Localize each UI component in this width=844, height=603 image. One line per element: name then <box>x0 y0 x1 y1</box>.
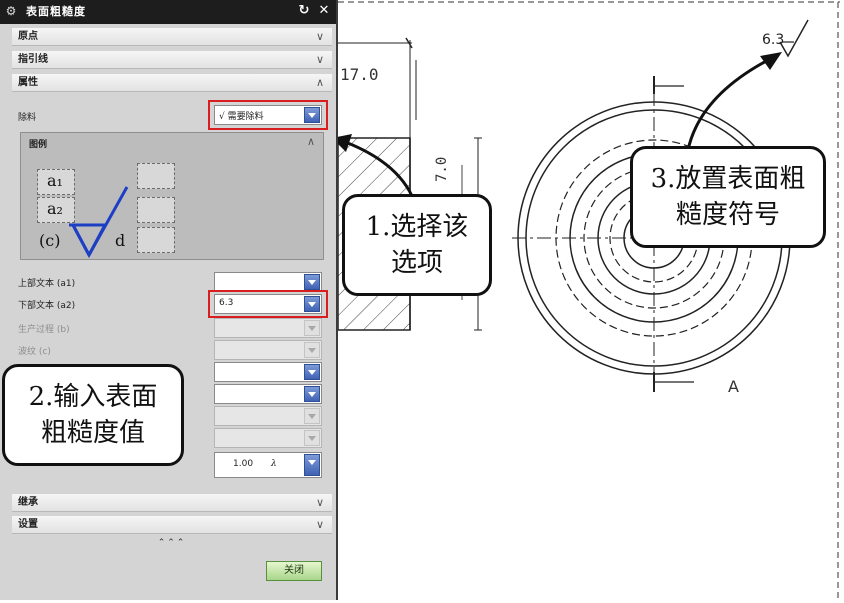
chevron-up-icon: ∧ <box>315 76 324 89</box>
chevron-down-icon: ∨ <box>315 496 324 509</box>
chevron-down-icon[interactable] <box>304 296 320 312</box>
callout-step-3: 3.放置表面粗 糙度符号 <box>630 146 826 248</box>
production-process-label: 生产过程 (b) <box>18 325 70 335</box>
svg-text:6.3: 6.3 <box>762 32 784 48</box>
field-combo-7[interactable] <box>214 406 322 426</box>
section-origin[interactable]: 原点 ∨ <box>12 28 332 46</box>
chevron-down-icon[interactable] <box>304 364 320 380</box>
legend-a1: a₁ <box>47 171 63 190</box>
callout-step-2: 2.输入表面 粗糙度值 <box>2 364 184 466</box>
roughness-symbol-placed[interactable]: 6.3 <box>762 19 809 58</box>
legend-box-3 <box>137 227 175 253</box>
gear-icon[interactable]: ⚙ <box>4 4 18 18</box>
section-settings[interactable]: 设置 ∨ <box>12 516 332 534</box>
upper-text-combo[interactable] <box>214 272 322 292</box>
callout-step-1: 1.选择该 选项 <box>342 194 492 296</box>
field-combo-5[interactable] <box>214 362 322 382</box>
close-button[interactable]: 关闭 <box>266 561 322 581</box>
legend-c: (c) <box>39 231 61 250</box>
material-select[interactable]: √ 需要除料 <box>214 105 322 125</box>
chevron-down-icon <box>304 342 320 358</box>
lower-text-combo[interactable]: 6.3 <box>214 294 322 314</box>
field-combo-6[interactable] <box>214 384 322 404</box>
chevron-up-icon[interactable]: ∧ <box>307 135 315 148</box>
section-leader[interactable]: 指引线 ∨ <box>12 51 332 69</box>
chevron-down-icon: ∨ <box>315 53 324 66</box>
chevron-down-icon <box>304 320 320 336</box>
close-icon[interactable]: ✕ <box>316 3 332 19</box>
chevron-down-icon[interactable] <box>304 107 320 123</box>
legend-box-2 <box>137 197 175 223</box>
cutoff-input[interactable]: 1.00 λ <box>214 452 322 478</box>
waviness-combo[interactable] <box>214 340 322 360</box>
dimension-7: 7.0 <box>434 157 450 182</box>
roughness-symbol-icon <box>69 186 129 259</box>
chevron-down-icon[interactable] <box>304 454 320 476</box>
legend-box-1 <box>137 163 175 189</box>
dialog-titlebar[interactable]: ⚙ 表面粗糙度 ↻ ✕ <box>0 0 336 24</box>
lower-text-label: 下部文本 (a2) <box>18 301 76 311</box>
waviness-label: 波纹 (c) <box>18 347 51 357</box>
chevron-down-icon <box>304 408 320 424</box>
upper-text-label: 上部文本 (a1) <box>18 279 76 289</box>
expand-more-icon[interactable]: ⌃⌃⌃ <box>12 538 332 548</box>
chevron-down-icon: ∨ <box>315 518 324 531</box>
section-label-a: A <box>728 377 739 396</box>
chevron-down-icon: ∨ <box>315 30 324 43</box>
chevron-down-icon[interactable] <box>304 274 320 290</box>
reset-icon[interactable]: ↻ <box>296 3 312 19</box>
material-label: 除料 <box>18 113 37 123</box>
production-process-combo[interactable] <box>214 318 322 338</box>
field-combo-8[interactable] <box>214 428 322 448</box>
chevron-down-icon[interactable] <box>304 386 320 402</box>
legend-a2: a₂ <box>47 199 63 218</box>
legend-title: 图例 <box>29 140 48 150</box>
legend-panel: 图例 ∧ a₁ a₂ (c) d <box>20 132 324 260</box>
section-inherit[interactable]: 继承 ∨ <box>12 494 332 512</box>
dimension-17: 17.0 <box>340 65 379 84</box>
chevron-down-icon <box>304 430 320 446</box>
surface-roughness-dialog: ⚙ 表面粗糙度 ↻ ✕ 原点 ∨ 指引线 ∨ 属性 ∧ 除料 √ 需要除料 图例… <box>0 0 338 600</box>
dialog-title: 表面粗糙度 <box>26 5 86 18</box>
section-attributes[interactable]: 属性 ∧ <box>12 74 332 92</box>
